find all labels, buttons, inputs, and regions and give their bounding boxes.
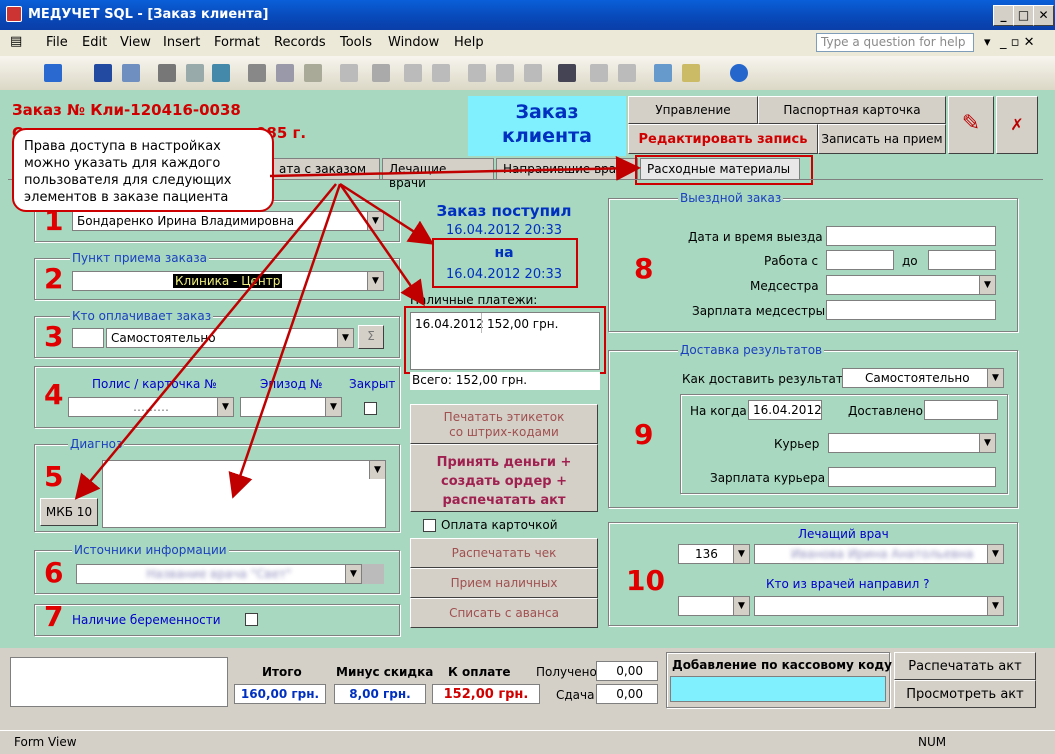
to-pay-field: 152,00 грн. bbox=[432, 684, 540, 704]
received-label: Получено bbox=[536, 665, 597, 679]
status-mode: Form View bbox=[14, 735, 77, 749]
cash-code-label: Добавление по кассовому коду bbox=[672, 658, 892, 672]
change-field: 0,00 bbox=[596, 684, 658, 704]
discount-field: 8,00 грн. bbox=[334, 684, 426, 704]
status-num: NUM bbox=[918, 735, 947, 749]
received-field[interactable]: 0,00 bbox=[596, 661, 658, 681]
view-act-button[interactable]: Просмотреть акт bbox=[894, 680, 1036, 708]
notes-field[interactable] bbox=[10, 657, 228, 707]
change-label: Сдача bbox=[556, 688, 595, 702]
cash-code-field[interactable] bbox=[670, 676, 886, 702]
total-label: Итого bbox=[262, 665, 302, 679]
discount-label: Минус скидка bbox=[336, 665, 434, 679]
status-bar: Form View NUM bbox=[0, 730, 1055, 754]
annotation-arrows bbox=[74, 155, 641, 500]
print-act-button[interactable]: Распечатать акт bbox=[894, 652, 1036, 680]
total-field: 160,00 грн. bbox=[234, 684, 326, 704]
to-pay-label: К оплате bbox=[448, 665, 511, 679]
